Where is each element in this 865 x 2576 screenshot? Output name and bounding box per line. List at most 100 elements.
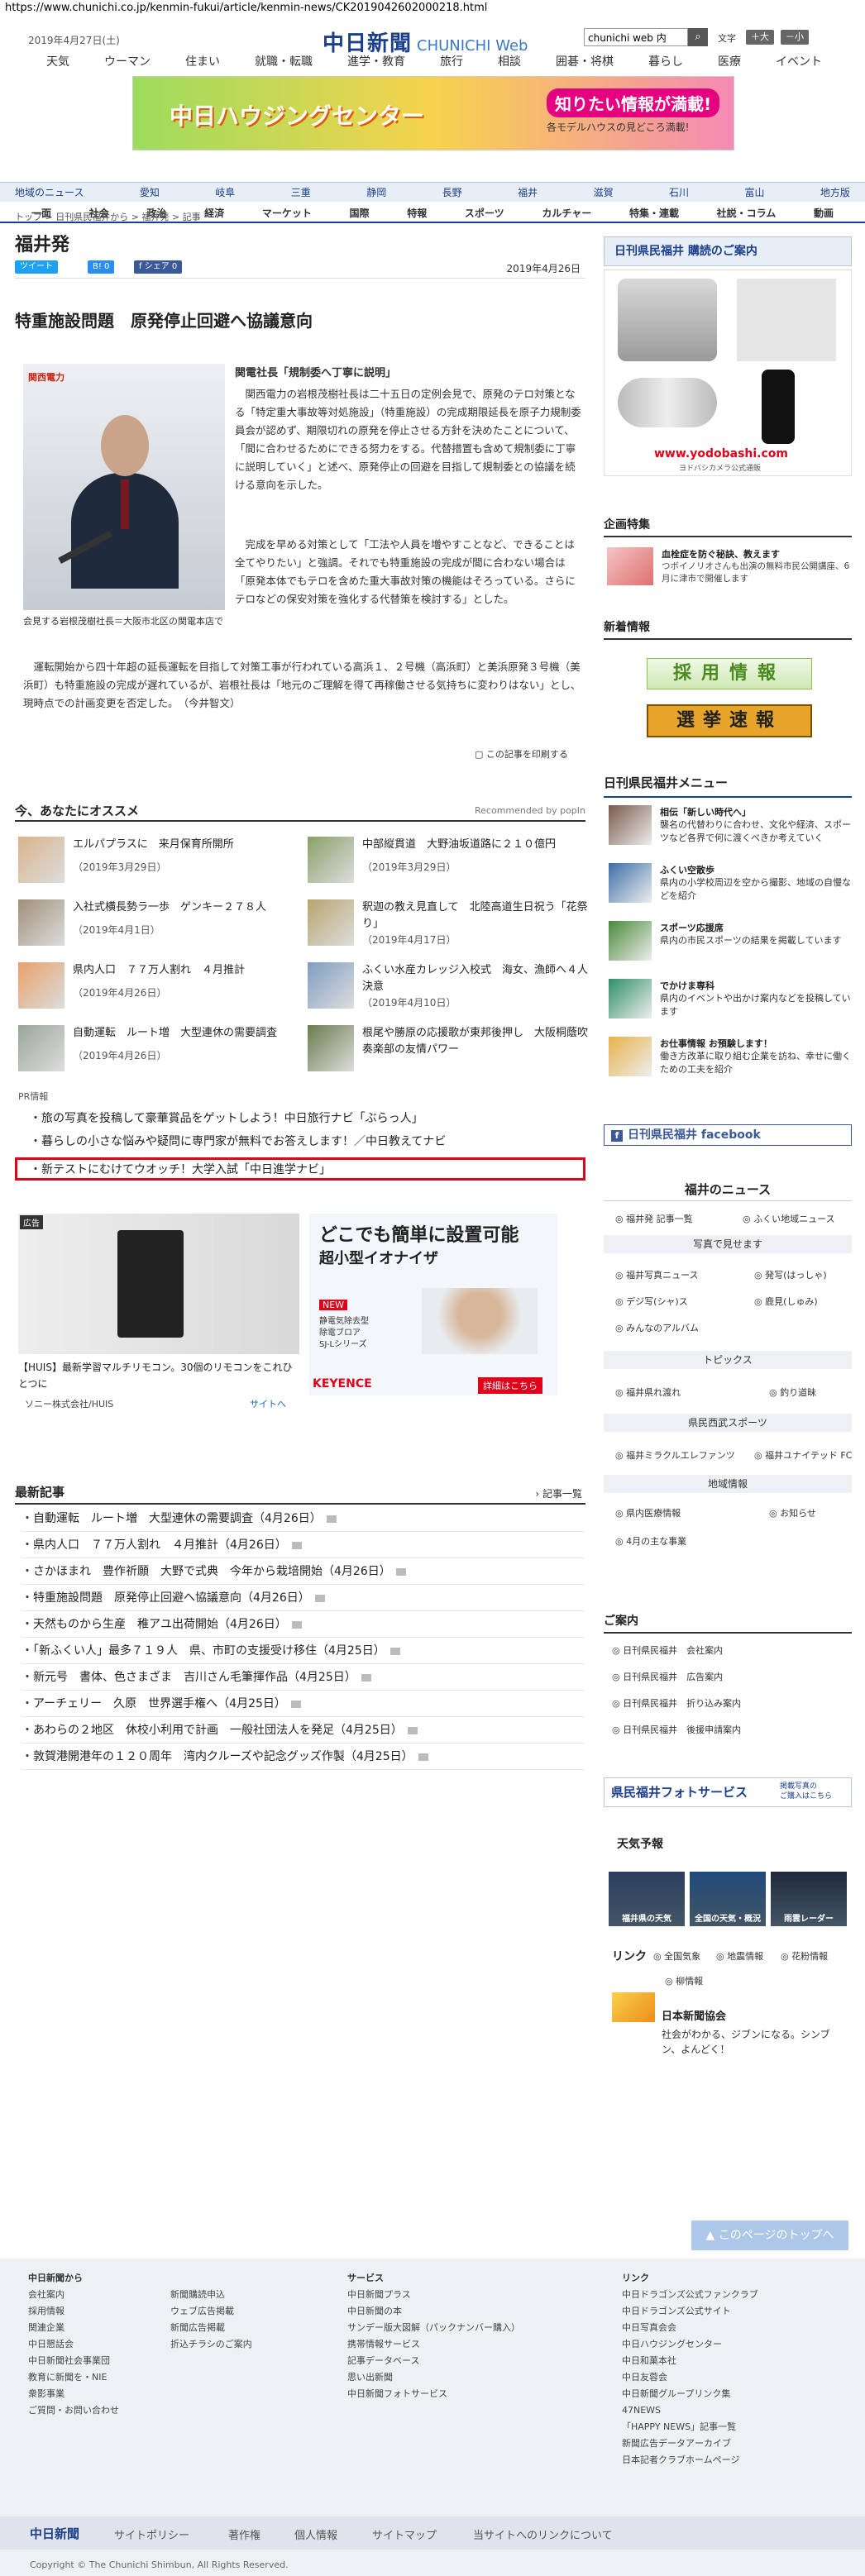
page-top-button[interactable]: ▲ このページのトップへ <box>691 2221 848 2250</box>
tag-region-2[interactable]: ◎ お知らせ <box>769 1506 816 1519</box>
print-link[interactable]: ▢ この記事を印刷する <box>475 747 568 761</box>
recommend-item[interactable]: 自動運転 ルート増 大型連休の需要調査 （2019年4月26日） <box>18 1025 299 1083</box>
keyence-more-button[interactable]: 詳細はこちら <box>478 1377 542 1394</box>
sidebar-menu-item[interactable]: 相伝「新しい時代へ」 襲名の代替わりに合わせ、文化や経済、スポーツなど各界で何に渡… <box>609 805 857 855</box>
remote-ad-site-link[interactable]: サイトへ <box>250 1397 286 1410</box>
subscribe-banner[interactable]: 日刊県民福井 購読のご案内 <box>604 236 852 266</box>
footer-link[interactable]: 採用情報 <box>28 2303 119 2320</box>
latest-article-link[interactable]: ・アーチェリー 久原 世界選手権へ（4月25日） <box>22 1691 584 1717</box>
footer-link[interactable]: 中日新聞グループリンク集 <box>622 2386 758 2402</box>
footer-link[interactable]: 新聞広告データアーカイブ <box>622 2435 758 2452</box>
service-nav-item[interactable]: 住まい <box>180 53 225 73</box>
service-nav-item[interactable]: 進学・教育 <box>342 53 410 73</box>
footer-link[interactable]: 思い出新聞 <box>347 2369 520 2386</box>
tag-region-3[interactable]: ◎ 4月の主な事業 <box>615 1534 686 1548</box>
sidebar-menu-item[interactable]: お仕事情報 お預験します！ 働き方改革に取り組む企業を訪ね、幸せに働くための工夫を… <box>609 1037 857 1086</box>
tag-photo-news[interactable]: ◎ 福井写真ニュース <box>615 1268 699 1281</box>
tag-shumi[interactable]: ◎ 鹿見(しゅみ) <box>754 1295 818 1308</box>
search-input[interactable] <box>584 28 688 46</box>
tag-topics-2[interactable]: ◎ 釣り道昧 <box>769 1386 816 1399</box>
footer-link[interactable]: 携帯情報サービス <box>347 2336 520 2353</box>
region-nav-item[interactable]: 石川 <box>669 185 689 199</box>
footer-link[interactable]: ウェブ広告掲載 <box>170 2303 252 2320</box>
footer-link-copyright[interactable]: 著作権 <box>228 2526 260 2542</box>
recommend-item[interactable]: 県内人口 ７７万人割れ ４月推計 （2019年4月26日） <box>18 962 299 1020</box>
sidebar-menu-item[interactable]: ふくい空散歩 県内の小学校周辺を空から撮影、地域の自慢などを紹介 <box>609 863 857 913</box>
tag-fukui-region[interactable]: ◎ ふくい地域ニュース <box>743 1212 835 1225</box>
footer-link[interactable]: 中日新聞の本 <box>347 2303 520 2320</box>
pr-link-2[interactable]: ・暮らしの小さな悩みや疑問に専門家が無料でお答えします！／中日教えてナビ <box>30 1133 446 1149</box>
service-nav-item[interactable]: 囲碁・将棋 <box>551 53 619 73</box>
footer-link[interactable]: 中日新聞フォトサービス <box>347 2386 520 2402</box>
category-nav-item[interactable]: 特報 <box>407 206 427 220</box>
service-nav-item[interactable]: イベント <box>771 53 827 73</box>
footer-link[interactable]: 衆影事業 <box>28 2386 119 2402</box>
service-nav-item[interactable]: ウーマン <box>99 53 155 73</box>
annai-link[interactable]: ◎ 日刊県民福井 広告案内 <box>612 1670 723 1683</box>
footer-link[interactable]: 「HAPPY NEWS」記事一覧 <box>622 2419 758 2435</box>
tag-album[interactable]: ◎ みんなのアルバム <box>615 1321 699 1334</box>
keyence-ad[interactable]: どこでも簡単に設置可能 超小型イオナイザ NEW 静電気除去型 除電ブロア SJ… <box>309 1214 557 1395</box>
region-nav-item[interactable]: 岐阜 <box>215 185 235 199</box>
region-nav-item[interactable]: 地方版 <box>820 185 850 199</box>
recommend-item[interactable]: エルパプラスに 来月保育所開所 （2019年3月29日） <box>18 837 299 894</box>
footer-link-sitemap[interactable]: サイトマップ <box>372 2526 437 2542</box>
category-nav-item[interactable]: 特集・連載 <box>629 206 679 220</box>
footer-link[interactable]: 記事データベース <box>347 2353 520 2369</box>
footer-link[interactable]: ご質問・お問い合わせ <box>28 2402 119 2419</box>
yodobashi-ad[interactable]: www.yodobashi.com ヨドバシカメラ公式通販 <box>604 270 852 476</box>
footer-link[interactable]: 日本記者クラブホームページ <box>622 2452 758 2469</box>
recommend-item[interactable]: 中部縦貫道 大野油坂道路に２１０億円 （2019年3月29日） <box>308 837 589 894</box>
font-small-button[interactable]: －小 <box>781 30 809 45</box>
footer-link[interactable]: 教育に新聞を・NIE <box>28 2369 119 2386</box>
pr-link-1[interactable]: ・旅の写真を投稿して豪華賞品をゲットしよう！中日旅行ナビ「ぶらっ人」 <box>30 1109 423 1126</box>
footer-link[interactable]: 中日写真会会 <box>622 2320 758 2336</box>
footer-link-privacy[interactable]: 個人情報 <box>294 2526 337 2542</box>
tag-link-4[interactable]: ◎ 柳情報 <box>665 1974 703 1987</box>
tag-fukui-articles[interactable]: ◎ 福井発 記事一覧 <box>615 1212 693 1225</box>
recommend-item[interactable]: 釈迦の教え見直して 北陸高道生日祝う「花祭り」 （2019年4月17日） <box>308 899 589 957</box>
sidebar-menu-item[interactable]: スポーツ応援席 県内の市民スポーツの結果を掲載しています <box>609 921 857 971</box>
region-nav-item[interactable]: 福井 <box>518 185 538 199</box>
kikaku-item[interactable]: 血栓症を防ぐ秘訣、教えます つボイノリオさんも出演の無料市民公開講座、6月に津市… <box>604 547 852 597</box>
tag-sports-2[interactable]: ◎ 福井ユナイテッド FC <box>754 1448 852 1462</box>
latest-more-link[interactable]: › 記事一覧 <box>535 1486 582 1500</box>
housing-ad-banner[interactable]: 中日ハウジングセンター 知りたい情報が満載! 各モデルハウスの見どころ満載! <box>132 76 734 150</box>
category-nav-item[interactable]: 経済 <box>204 206 224 220</box>
service-nav-item[interactable]: 医療 <box>713 53 746 73</box>
latest-article-link[interactable]: ・天然ものから生産 稚アユ出荷開始（4月26日） <box>22 1612 584 1638</box>
footer-link[interactable]: 新聞購読申込 <box>170 2287 252 2303</box>
region-nav-item[interactable]: 滋賀 <box>594 185 614 199</box>
service-nav-item[interactable]: 天気 <box>41 53 74 73</box>
service-nav-item[interactable]: 暮らし <box>643 53 688 73</box>
footer-link[interactable]: 中日ドラゴンズ公式ファンクラブ <box>622 2287 758 2303</box>
footer-link[interactable]: 会社案内 <box>28 2287 119 2303</box>
font-large-button[interactable]: ＋大 <box>746 30 774 45</box>
footer-link[interactable]: 関連企業 <box>28 2320 119 2336</box>
category-nav-item[interactable]: 社説・コラム <box>717 206 777 220</box>
footer-link[interactable]: 中日新聞プラス <box>347 2287 520 2303</box>
latest-article-link[interactable]: ・県内人口 ７７万人割れ ４月推計（4月26日） <box>22 1533 584 1558</box>
saiyo-banner[interactable]: 採用情報 <box>647 658 812 689</box>
footer-link[interactable]: 中日ドラゴンズ公式サイト <box>622 2303 758 2320</box>
tag-link-2[interactable]: ◎ 地震情報 <box>716 1949 763 1963</box>
region-nav-item[interactable]: 愛知 <box>140 185 160 199</box>
category-nav-item[interactable]: スポーツ <box>465 206 504 220</box>
remote-ad[interactable]: 広告 【HUIS】最新学習マルチリモコン。30個のリモコンをこれひとつに ソニー… <box>18 1214 299 1410</box>
latest-article-link[interactable]: ・特重施設問題 原発停止回避へ協議意向（4月26日） <box>22 1586 584 1611</box>
recommend-item[interactable]: ふくい水産カレッジ入校式 海女、漁師へ４人決意 （2019年4月10日） <box>308 962 589 1020</box>
footer-link[interactable]: 中日友蓉会 <box>622 2369 758 2386</box>
category-nav-item[interactable]: 動画 <box>814 206 834 220</box>
pr-link-3[interactable]: ・新テストにむけてウオッチ！大学入試「中日進学ナビ」 <box>30 1161 331 1177</box>
recommend-item[interactable]: 根尾や勝原の応援歌が東邦後押し 大阪桐蔭吹奏楽部の友情パワー <box>308 1025 589 1083</box>
region-nav-item[interactable]: 長野 <box>442 185 462 199</box>
facebook-banner[interactable]: f 日刊県民福井 facebook <box>604 1124 852 1146</box>
service-nav-item[interactable]: 就職・転職 <box>250 53 318 73</box>
footer-logo[interactable]: 中日新聞 <box>30 2525 79 2542</box>
footer-link[interactable]: 47NEWS <box>622 2402 758 2419</box>
latest-article-link[interactable]: ・自動運転 ルート増 大型連休の需要調査（4月26日） <box>22 1506 584 1532</box>
annai-link[interactable]: ◎ 日刊県民福井 後援申請案内 <box>612 1723 741 1736</box>
region-nav-item[interactable]: 三重 <box>291 185 311 199</box>
facebook-share-button[interactable]: f シェア 0 <box>134 260 183 274</box>
footer-link[interactable]: 新聞広告掲載 <box>170 2320 252 2336</box>
